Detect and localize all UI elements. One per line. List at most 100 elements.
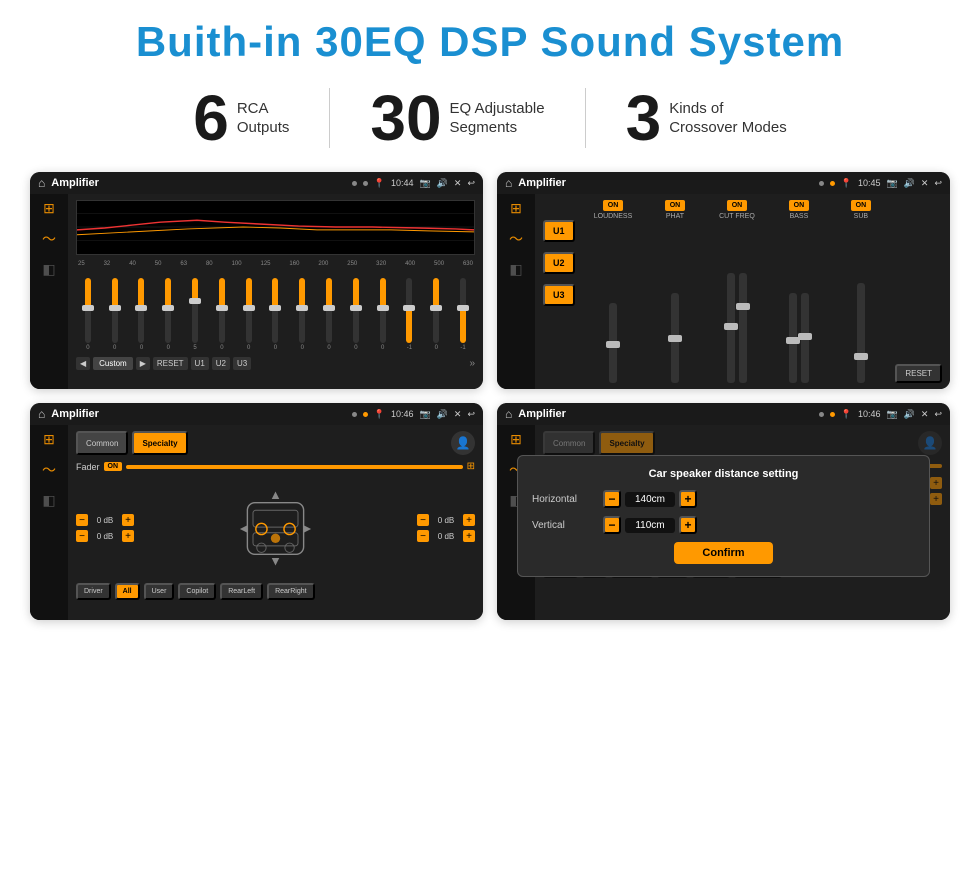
stat-eq-label: EQ AdjustableSegments bbox=[450, 99, 545, 138]
dialog-back-icon: ↩ bbox=[934, 409, 942, 420]
driver-btn[interactable]: Driver bbox=[76, 583, 111, 600]
main-title: Buith-in 30EQ DSP Sound System bbox=[30, 18, 950, 66]
fader-slider[interactable] bbox=[126, 465, 463, 469]
eq-freq-32: 32 bbox=[104, 261, 111, 267]
eq-play-btn[interactable]: ▶ bbox=[136, 357, 150, 370]
speaker-sidebar-icon-2: 〜 bbox=[42, 460, 56, 480]
crossover-sidebar-icon-2: 〜 bbox=[509, 229, 523, 249]
dialog-vertical-value: 110cm bbox=[625, 518, 675, 533]
dialog-vertical-plus[interactable]: + bbox=[679, 516, 697, 534]
dialog-modal-title: Car speaker distance setting bbox=[532, 468, 915, 480]
speaker-tabs: Common Specialty 👤 bbox=[76, 431, 475, 455]
crossover-home-icon: ⌂ bbox=[505, 176, 512, 190]
crossover-back-icon: ↩ bbox=[934, 178, 942, 189]
dialog-horizontal-plus[interactable]: + bbox=[679, 490, 697, 508]
db-plus-4[interactable]: + bbox=[463, 530, 475, 542]
fader-icon: ⊞ bbox=[467, 461, 475, 472]
eq-slider-8: 0 bbox=[290, 278, 314, 351]
eq-reset-btn[interactable]: RESET bbox=[153, 357, 188, 370]
bass-on[interactable]: ON bbox=[789, 200, 810, 211]
speaker-pin-icon: 📍 bbox=[374, 409, 385, 420]
eq-freq-320: 320 bbox=[376, 261, 386, 267]
eq-slider-2: 0 bbox=[130, 278, 154, 351]
speaker-status-bar: ⌂ Amplifier 📍 10:46 📷 🔊 ✕ ↩ bbox=[30, 403, 483, 425]
sub-label: SUB bbox=[854, 213, 868, 220]
specialty-tab[interactable]: Specialty bbox=[132, 431, 187, 455]
crossover-vol-icon: 🔊 bbox=[904, 178, 915, 189]
dialog-confirm-button[interactable]: Confirm bbox=[674, 542, 772, 564]
u1-btn[interactable]: U1 bbox=[543, 220, 575, 242]
speaker-vol-icon: 🔊 bbox=[437, 409, 448, 420]
eq-graph bbox=[76, 200, 475, 255]
crossover-reset-btn[interactable]: RESET bbox=[895, 364, 942, 383]
dialog-vol-icon: 🔊 bbox=[904, 409, 915, 420]
stat-crossover-number: 3 bbox=[626, 86, 662, 150]
user-btn[interactable]: User bbox=[144, 583, 175, 600]
dialog-vertical-label: Vertical bbox=[532, 520, 597, 531]
eq-custom-btn[interactable]: Custom bbox=[93, 357, 133, 370]
cutfreq-label: CUT FREQ bbox=[719, 213, 755, 220]
eq-slider-10: 0 bbox=[344, 278, 368, 351]
eq-slider-7: 0 bbox=[264, 278, 288, 351]
speaker-time: 10:46 bbox=[391, 409, 414, 419]
cutfreq-channel: ON CUT FREQ bbox=[708, 200, 765, 383]
eq-slider-4: 5 bbox=[183, 278, 207, 351]
db-control-1: − 0 dB + bbox=[76, 514, 134, 526]
speaker-camera-icon: 📷 bbox=[419, 409, 430, 420]
eq-prev-btn[interactable]: ◀ bbox=[76, 357, 90, 370]
u-buttons-group: U1 U2 U3 bbox=[543, 220, 575, 383]
copilot-btn[interactable]: Copilot bbox=[178, 583, 216, 600]
crossover-title: Amplifier bbox=[518, 177, 812, 189]
speaker-sidebar-icon-3: ◧ bbox=[42, 492, 55, 509]
db-minus-1[interactable]: − bbox=[76, 514, 88, 526]
sub-on[interactable]: ON bbox=[851, 200, 872, 211]
eq-pin-icon: 📍 bbox=[374, 178, 385, 189]
dialog-pin-icon: 📍 bbox=[841, 409, 852, 420]
db-plus-3[interactable]: + bbox=[463, 514, 475, 526]
dialog-vertical-minus[interactable]: − bbox=[603, 516, 621, 534]
eq-slider-11: 0 bbox=[371, 278, 395, 351]
screenshots-grid: ⌂ Amplifier 📍 10:44 📷 🔊 ✕ ↩ ⊞ 〜 ◧ bbox=[30, 172, 950, 620]
dialog-horizontal-minus[interactable]: − bbox=[603, 490, 621, 508]
eq-slider-12: -1 bbox=[398, 278, 422, 351]
eq-dot-1 bbox=[352, 181, 357, 186]
phat-on[interactable]: ON bbox=[665, 200, 686, 211]
eq-slider-6: 0 bbox=[237, 278, 261, 351]
dialog-horizontal-row: Horizontal − 140cm + bbox=[532, 490, 915, 508]
eq-freq-25: 25 bbox=[78, 261, 85, 267]
dialog-horizontal-stepper: − 140cm + bbox=[603, 490, 697, 508]
dialog-dot-1 bbox=[819, 412, 824, 417]
stats-row: 6 RCAOutputs 30 EQ AdjustableSegments 3 … bbox=[30, 86, 950, 150]
all-btn[interactable]: All bbox=[115, 583, 140, 600]
eq-u3-btn[interactable]: U3 bbox=[233, 357, 251, 370]
eq-x-icon: ✕ bbox=[454, 178, 462, 189]
loudness-channel: ON LOUDNESS bbox=[585, 200, 642, 383]
loudness-on[interactable]: ON bbox=[603, 200, 624, 211]
eq-freq-200: 200 bbox=[318, 261, 328, 267]
db-minus-3[interactable]: − bbox=[417, 514, 429, 526]
db-control-2: − 0 dB + bbox=[76, 530, 134, 542]
u3-btn[interactable]: U3 bbox=[543, 284, 575, 306]
crossover-time: 10:45 bbox=[858, 178, 881, 188]
eq-freq-400: 400 bbox=[405, 261, 415, 267]
speaker-title: Amplifier bbox=[51, 408, 345, 420]
rearright-btn[interactable]: RearRight bbox=[267, 583, 315, 600]
eq-u1-btn[interactable]: U1 bbox=[191, 357, 209, 370]
stat-rca-label: RCAOutputs bbox=[237, 99, 290, 138]
eq-u2-btn[interactable]: U2 bbox=[212, 357, 230, 370]
db-plus-1[interactable]: + bbox=[122, 514, 134, 526]
eq-sidebar-icon-3: ◧ bbox=[42, 261, 55, 278]
db-minus-4[interactable]: − bbox=[417, 530, 429, 542]
rearleft-btn[interactable]: RearLeft bbox=[220, 583, 263, 600]
db-plus-2[interactable]: + bbox=[122, 530, 134, 542]
u2-btn[interactable]: U2 bbox=[543, 252, 575, 274]
crossover-channels: ON LOUDNESS ON PHAT bbox=[585, 200, 890, 383]
eq-freq-80: 80 bbox=[206, 261, 213, 267]
cutfreq-on[interactable]: ON bbox=[727, 200, 748, 211]
db-minus-2[interactable]: − bbox=[76, 530, 88, 542]
crossover-dot-2 bbox=[830, 181, 835, 186]
common-tab[interactable]: Common bbox=[76, 431, 128, 455]
loudness-label: LOUDNESS bbox=[594, 213, 633, 220]
fader-label: Fader bbox=[76, 462, 100, 472]
db-control-3: − 0 dB + bbox=[417, 514, 475, 526]
